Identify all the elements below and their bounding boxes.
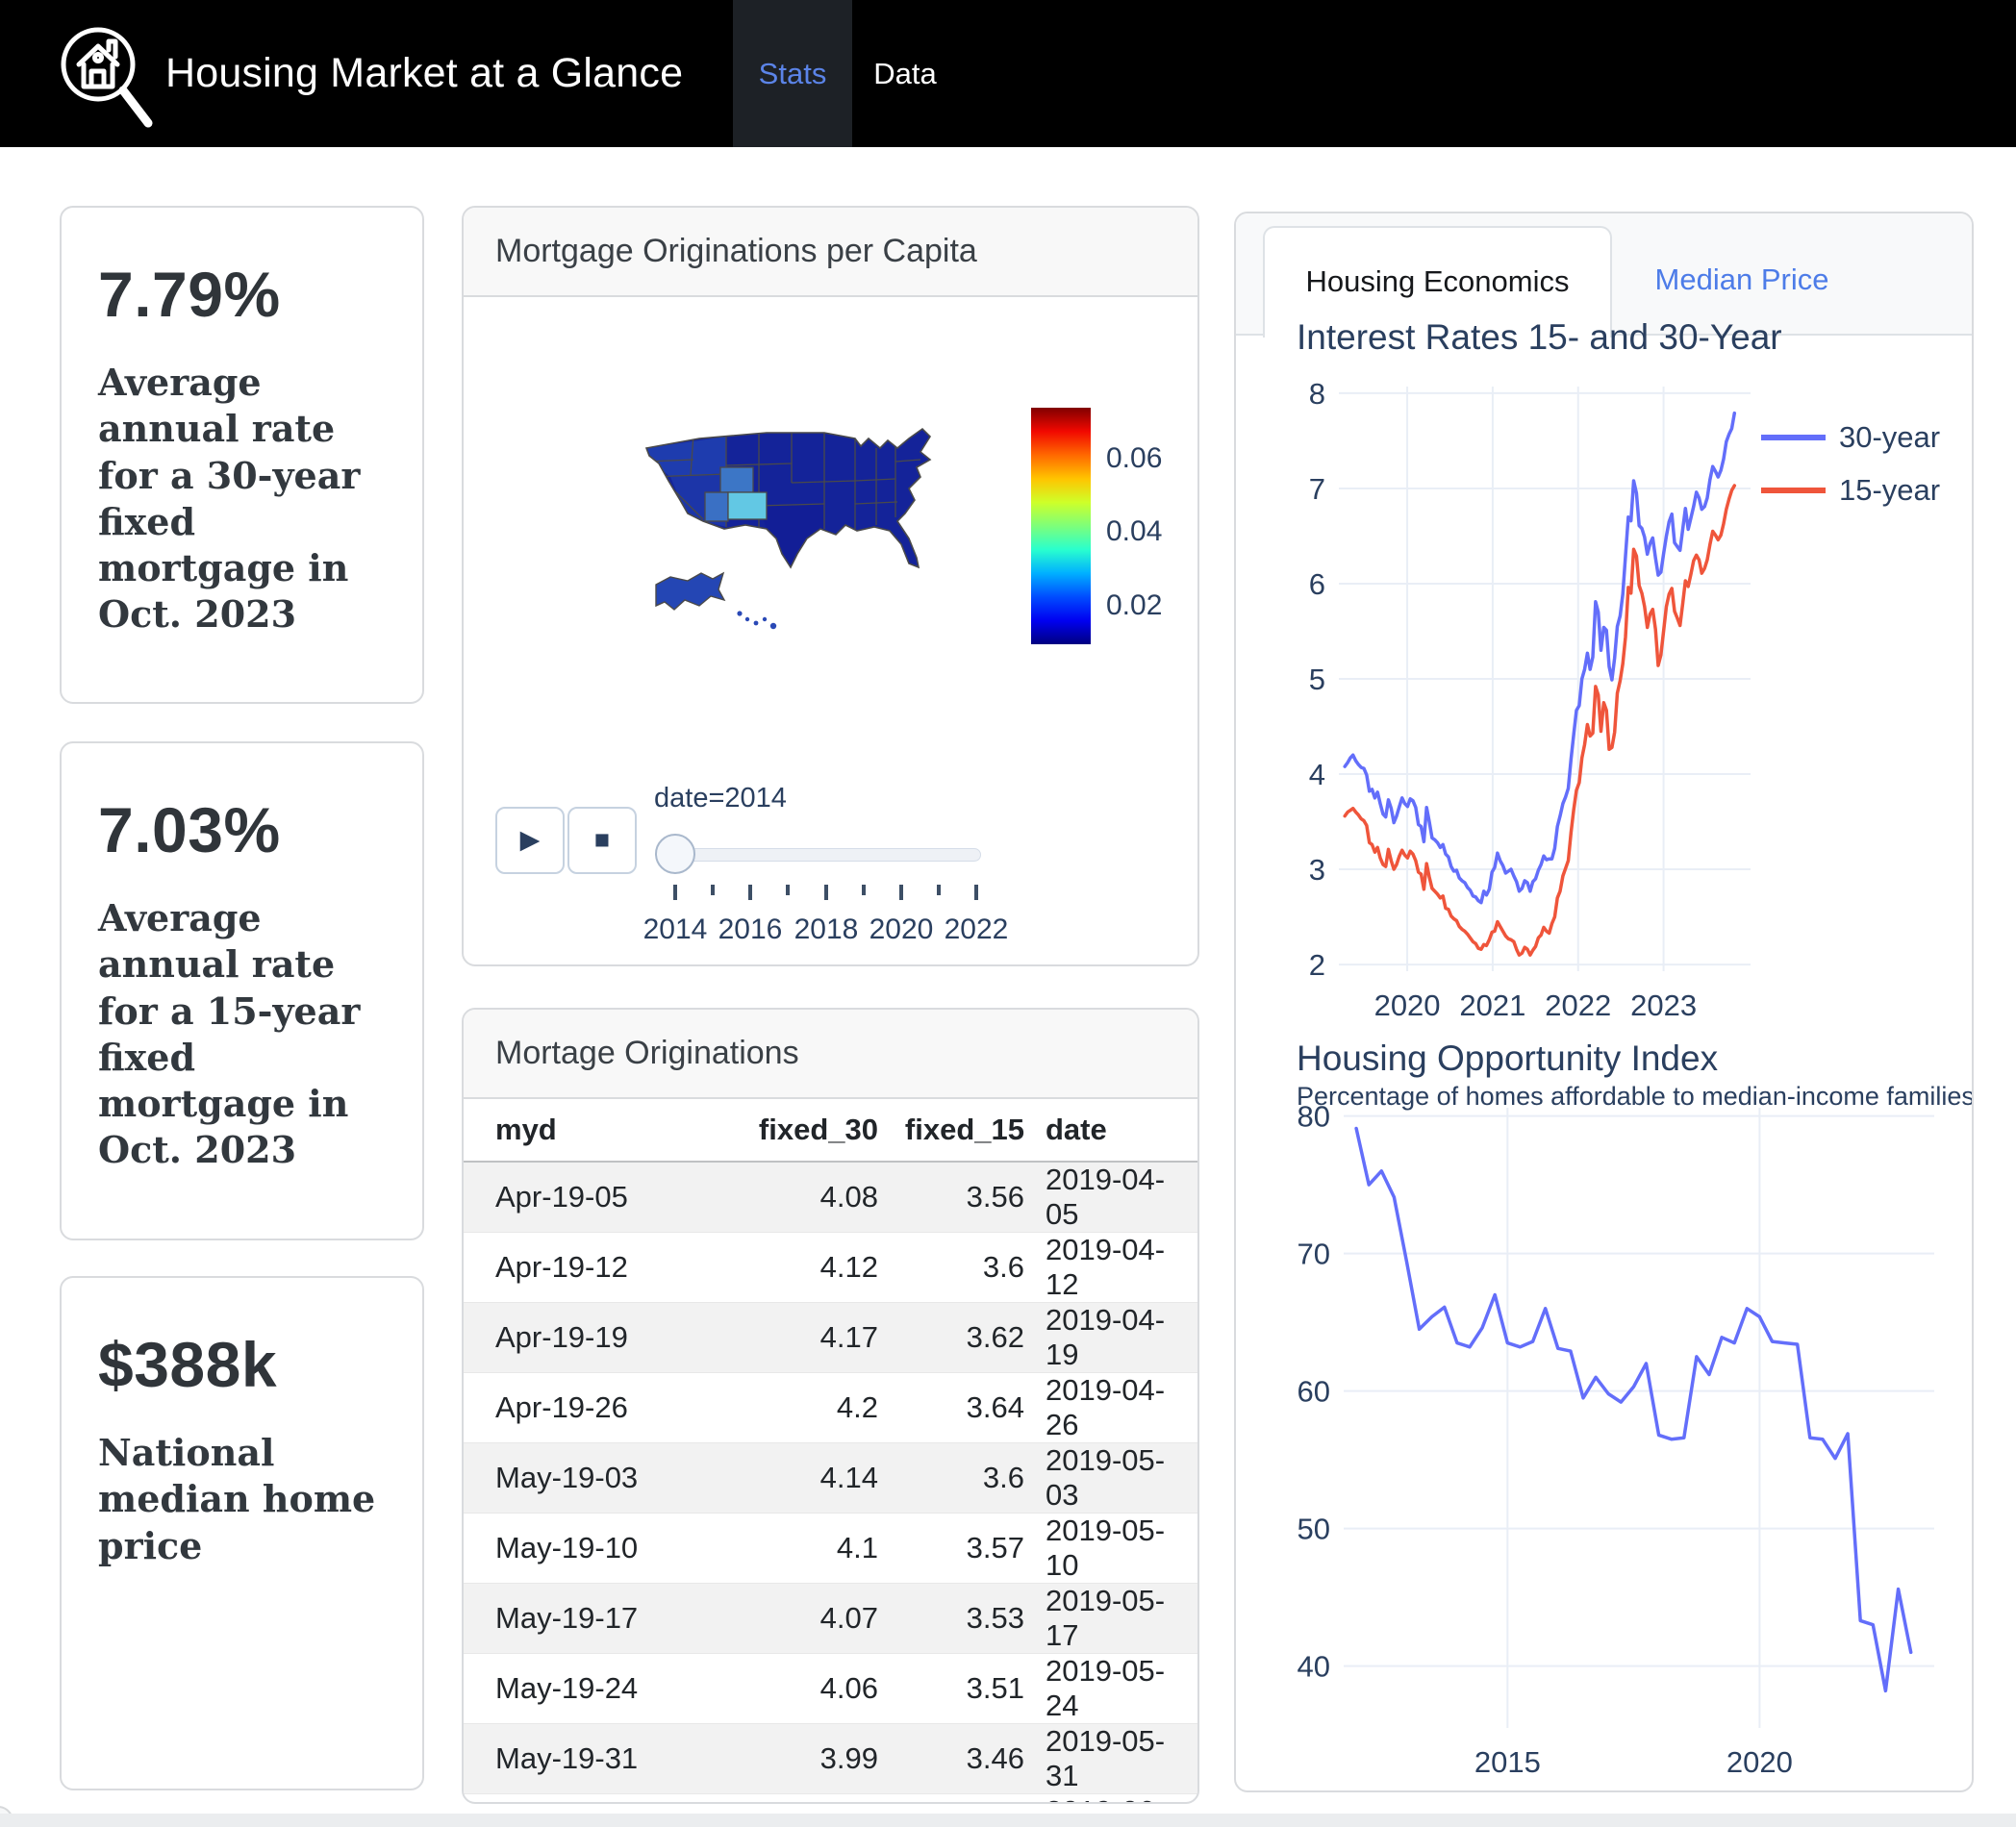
table-row: May-19-313.993.462019-05-31 bbox=[464, 1724, 1197, 1794]
nav-tab-stats[interactable]: Stats bbox=[733, 0, 852, 147]
svg-text:5: 5 bbox=[1309, 663, 1325, 696]
slider-tick bbox=[711, 885, 715, 895]
svg-text:2015: 2015 bbox=[1474, 1745, 1541, 1779]
slider-year-2014: 2014 bbox=[643, 914, 708, 946]
stat-value-median-price: $388k bbox=[98, 1328, 386, 1401]
stat-card-median-price: $388k National median home price bbox=[60, 1276, 424, 1790]
date-slider-handle[interactable] bbox=[655, 834, 695, 874]
slider-value-label: date=2014 bbox=[654, 783, 787, 814]
rates-table-body: Apr-19-054.083.562019-04-05Apr-19-124.12… bbox=[464, 1162, 1197, 1804]
svg-text:50: 50 bbox=[1298, 1513, 1330, 1546]
slider-tick bbox=[899, 885, 903, 900]
table-row: May-19-104.13.572019-05-10 bbox=[464, 1514, 1197, 1584]
table-header-row: myd fixed_30 fixed_15 date bbox=[464, 1099, 1197, 1162]
table-row: Apr-19-124.123.62019-04-12 bbox=[464, 1233, 1197, 1303]
map-state-utah[interactable] bbox=[705, 492, 728, 521]
slider-tick bbox=[824, 885, 828, 900]
date-slider-track[interactable] bbox=[675, 848, 981, 862]
stop-icon: ■ bbox=[594, 825, 610, 854]
map-colorbar bbox=[1031, 408, 1091, 644]
rates-table: myd fixed_30 fixed_15 date Apr-19-054.08… bbox=[464, 1099, 1197, 1804]
table-row: Apr-19-194.173.622019-04-19 bbox=[464, 1303, 1197, 1373]
map-state-wyoming[interactable] bbox=[720, 467, 753, 492]
legend-line-30-year bbox=[1761, 435, 1826, 440]
svg-text:8: 8 bbox=[1309, 377, 1325, 411]
legend-item-15-year[interactable]: 15-year bbox=[1761, 470, 1940, 511]
hoi-chart[interactable]: 40 50 60 70 80 2015 2020 bbox=[1236, 1098, 1974, 1792]
stop-button[interactable]: ■ bbox=[567, 807, 637, 874]
stat-card-30yr-rate: 7.79% Average annual rate for a 30-year … bbox=[60, 206, 424, 704]
slider-year-2018: 2018 bbox=[794, 914, 859, 946]
svg-text:2020: 2020 bbox=[1726, 1745, 1793, 1779]
col-myd: myd bbox=[464, 1099, 717, 1162]
svg-text:70: 70 bbox=[1298, 1238, 1330, 1271]
map-state-alaska[interactable] bbox=[656, 573, 724, 610]
nav-tab-data[interactable]: Data bbox=[852, 0, 958, 147]
slider-tick bbox=[748, 885, 752, 900]
play-icon: ▶ bbox=[520, 825, 541, 854]
svg-text:80: 80 bbox=[1298, 1100, 1330, 1134]
footer-strip bbox=[0, 1814, 2016, 1827]
table-card: Mortage Originations myd fixed_30 fixed_… bbox=[462, 1008, 1199, 1804]
stat-desc-15yr: Average annual rate for a 15-year fixed … bbox=[98, 895, 386, 1174]
us-choropleth-map[interactable] bbox=[632, 421, 959, 642]
col-fixed30: fixed_30 bbox=[717, 1099, 878, 1162]
svg-text:3: 3 bbox=[1309, 853, 1325, 887]
slider-tick bbox=[862, 885, 866, 895]
colorbar-tick-004: 0.04 bbox=[1106, 515, 1162, 548]
stat-card-15yr-rate: 7.03% Average annual rate for a 15-year … bbox=[60, 741, 424, 1240]
table-row: May-19-244.063.512019-05-24 bbox=[464, 1654, 1197, 1724]
dashboard-page: Housing Market at a Glance Stats Data 7.… bbox=[0, 0, 2016, 1827]
slider-tick bbox=[673, 885, 677, 900]
map-state-colorado[interactable] bbox=[728, 492, 767, 519]
house-magnifier-icon bbox=[40, 10, 169, 138]
map-state-hawaii[interactable] bbox=[737, 611, 776, 629]
stat-desc-median-price: National median home price bbox=[98, 1430, 386, 1569]
chart-legend: 30-year 15-year bbox=[1761, 417, 1940, 523]
svg-text:2023: 2023 bbox=[1630, 989, 1697, 1022]
play-button[interactable]: ▶ bbox=[495, 807, 565, 874]
colorbar-tick-006: 0.06 bbox=[1106, 442, 1162, 475]
svg-text:2: 2 bbox=[1309, 948, 1325, 982]
stat-value-30yr: 7.79% bbox=[98, 258, 386, 331]
table-card-title: Mortage Originations bbox=[464, 1010, 1197, 1099]
app-header: Housing Market at a Glance Stats Data bbox=[0, 0, 2016, 147]
table-row: Apr-19-054.083.562019-04-05 bbox=[464, 1162, 1197, 1233]
svg-text:2020: 2020 bbox=[1374, 989, 1441, 1022]
stat-desc-30yr: Average annual rate for a 30-year fixed … bbox=[98, 360, 386, 638]
table-row: Apr-19-264.23.642019-04-26 bbox=[464, 1373, 1197, 1443]
svg-text:6: 6 bbox=[1309, 567, 1325, 601]
interest-rates-chart-title: Interest Rates 15- and 30-Year bbox=[1297, 317, 1782, 358]
app-title: Housing Market at a Glance bbox=[165, 0, 683, 147]
svg-text:2021: 2021 bbox=[1459, 989, 1525, 1022]
map-card: Mortgage Originations per Capita bbox=[462, 206, 1199, 966]
svg-text:4: 4 bbox=[1309, 758, 1325, 791]
charts-card: Housing Economics Median Price Interest … bbox=[1234, 212, 1974, 1792]
svg-text:40: 40 bbox=[1298, 1650, 1330, 1684]
map-card-title: Mortgage Originations per Capita bbox=[464, 208, 1197, 297]
colorbar-tick-002: 0.02 bbox=[1106, 589, 1162, 622]
slider-tick bbox=[937, 885, 941, 895]
svg-text:7: 7 bbox=[1309, 472, 1325, 506]
stat-value-15yr: 7.03% bbox=[98, 793, 386, 866]
table-row: Jun-19-073.823.282019-06-07 bbox=[464, 1794, 1197, 1805]
svg-text:60: 60 bbox=[1298, 1375, 1330, 1409]
slider-year-2016: 2016 bbox=[718, 914, 783, 946]
slider-year-2022: 2022 bbox=[945, 914, 1009, 946]
svg-text:2022: 2022 bbox=[1545, 989, 1611, 1022]
hoi-chart-title: Housing Opportunity Index bbox=[1297, 1039, 1718, 1079]
slider-tick bbox=[786, 885, 790, 895]
table-row: May-19-174.073.532019-05-17 bbox=[464, 1584, 1197, 1654]
col-date: date bbox=[1024, 1099, 1197, 1162]
slider-tick bbox=[974, 885, 978, 900]
col-fixed15: fixed_15 bbox=[878, 1099, 1024, 1162]
table-row: May-19-034.143.62019-05-03 bbox=[464, 1443, 1197, 1514]
legend-item-30-year[interactable]: 30-year bbox=[1761, 417, 1940, 458]
legend-line-15-year bbox=[1761, 488, 1826, 493]
slider-year-2020: 2020 bbox=[869, 914, 934, 946]
